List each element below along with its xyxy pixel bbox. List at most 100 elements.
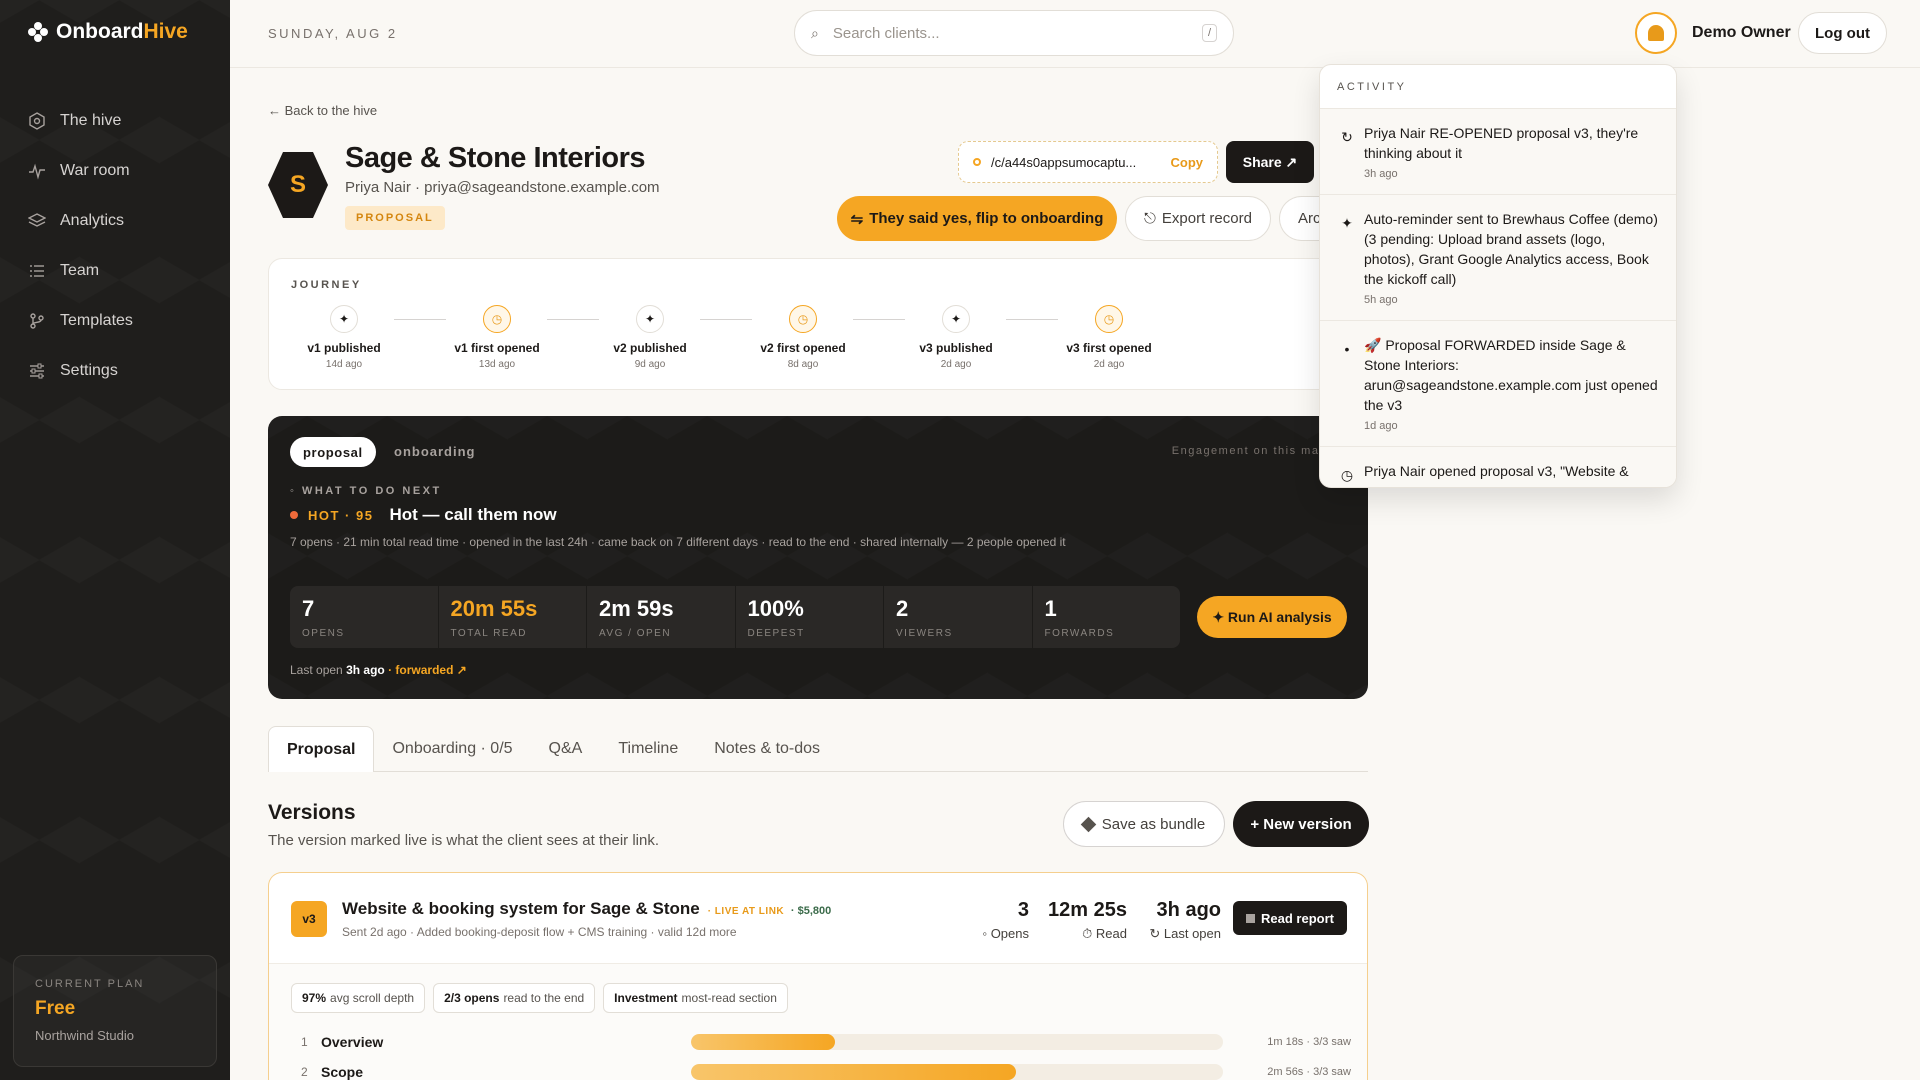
journey-step-time: 13d ago (478, 359, 516, 370)
client-link-url[interactable]: /c/a44s0appsumocaptu... (991, 155, 1161, 170)
insight-chips: 97% avg scroll depth 2/3 opens read to the… (291, 983, 788, 1013)
tab-proposal[interactable]: Proposal (268, 726, 375, 772)
dot-icon: • (1344, 341, 1350, 357)
live-indicator: · LIVE AT LINK (707, 906, 785, 917)
published-icon: ✦ (636, 305, 664, 333)
version-title-line: Website & booking system for Sage & Ston… (342, 899, 831, 919)
logout-button[interactable]: Log out (1798, 12, 1887, 54)
activity-popover: ACTIVITY ↻ Priya Nair RE-OPENED proposal… (1319, 64, 1677, 488)
tab-timeline[interactable]: Timeline (600, 726, 696, 772)
stat-label: AVG / OPEN (599, 628, 672, 639)
version-meta: Sent 2d ago · Added booking-deposit flow… (342, 925, 737, 939)
tab-notes[interactable]: Notes & to-dos (696, 726, 838, 772)
copy-link-button[interactable]: Copy (1171, 155, 1204, 170)
version-opens: 3 ◦ Opens (982, 899, 1029, 941)
journey-step: ✦ v1 published 14d ago (284, 305, 404, 370)
toggle-proposal[interactable]: proposal (290, 437, 376, 467)
heat-tag: HOT · 95 (308, 507, 374, 523)
back-link[interactable]: ← Back to the hive (268, 103, 377, 118)
sidebar-item-label: Team (60, 262, 100, 279)
topbar: SUNDAY, AUG 2 ⌕ / Demo Owner Log out (230, 0, 1920, 68)
sidebar-item-team[interactable]: Team (28, 246, 218, 296)
heat-message: Hot — call them now (389, 505, 557, 524)
opened-icon: ◷ (483, 305, 511, 333)
new-version-button[interactable]: + New version (1233, 801, 1369, 847)
sidebar-item-analytics[interactable]: Analytics (28, 196, 218, 246)
last-open-label: ↻ Last open (1149, 926, 1221, 941)
section-row: 1 Overview 1m 18s · 3/3 saw (291, 1031, 1351, 1053)
chip-value: 2/3 opens (444, 991, 500, 1005)
toggle-onboarding[interactable]: onboarding (394, 444, 476, 459)
search-box[interactable]: ⌕ / (794, 10, 1234, 56)
stat-label: FORWARDS (1044, 628, 1115, 639)
last-open-value: 3h ago (1156, 899, 1221, 921)
activity-item[interactable]: ↻ Priya Nair RE-OPENED proposal v3, they… (1320, 109, 1676, 195)
read-report-button[interactable]: Read report (1233, 901, 1347, 935)
stat-value: 20m 55s (450, 596, 538, 621)
plan-value: Free (35, 998, 76, 1019)
export-icon: ⎋ (1144, 210, 1156, 227)
activity-item[interactable]: ◷ Priya Nair opened proposal v3, "Websit… (1320, 447, 1676, 487)
tab-onboarding[interactable]: Onboarding · 0/5 (374, 726, 530, 772)
notifications-button[interactable] (1635, 12, 1677, 54)
section-meta: 2m 56s · 3/3 saw (1267, 1066, 1351, 1078)
brand-logo[interactable]: OnboardHive (28, 20, 188, 44)
current-plan-card[interactable]: CURRENT PLAN Free Northwind Studio (13, 955, 217, 1067)
swap-icon: ⇋ (850, 210, 864, 228)
current-date: SUNDAY, AUG 2 (268, 26, 398, 41)
activity-time: 1d ago (1364, 420, 1398, 432)
pulse-icon (28, 162, 46, 180)
journey-step-label: v3 first opened (1066, 341, 1152, 355)
search-input[interactable] (832, 24, 1188, 42)
run-ai-analysis-button[interactable]: ✦ Run AI analysis (1197, 596, 1347, 638)
stat-label: OPENS (302, 628, 345, 639)
tab-qa[interactable]: Q&A (531, 726, 601, 772)
reopen-icon: ↻ (1341, 129, 1353, 145)
stat-label: TOTAL READ (450, 628, 527, 639)
hot-indicator-icon (290, 511, 298, 519)
activity-time: 3h ago (1364, 168, 1398, 180)
journey-step-time: 2d ago (1093, 359, 1125, 370)
sidebar-item-label: Templates (60, 312, 133, 329)
version-price: · $5,800 (790, 905, 832, 917)
journey-step: ✦ v2 published 9d ago (590, 305, 710, 370)
sidebar-item-templates[interactable]: Templates (28, 296, 218, 346)
journey-step-time: 2d ago (940, 359, 972, 370)
journey-step-time: 8d ago (787, 359, 819, 370)
insight-chip: 97% avg scroll depth (291, 983, 426, 1013)
sidebar: OnboardHive The hive War room Analytics … (0, 0, 230, 1080)
client-name: Sage & Stone Interiors (345, 142, 646, 174)
search-icon: ⌕ (811, 24, 819, 41)
share-button[interactable]: Share ↗ (1226, 141, 1314, 183)
sidebar-item-the-hive[interactable]: The hive (28, 96, 218, 146)
diamond-icon (1080, 816, 1097, 832)
flip-to-onboarding-button[interactable]: ⇋ They said yes, flip to onboarding (837, 196, 1117, 241)
next-step-label: ◦ WHAT TO DO NEXT (290, 485, 442, 497)
activity-item[interactable]: • 🚀 Proposal FORWARDED inside Sage & Sto… (1320, 321, 1676, 447)
sidebar-item-war-room[interactable]: War room (28, 146, 218, 196)
activity-item[interactable]: ✦ Auto-reminder sent to Brewhaus Coffee … (1320, 195, 1676, 321)
sidebar-item-label: The hive (60, 112, 122, 129)
stat-label: VIEWERS (896, 628, 953, 639)
published-icon: ✦ (942, 305, 970, 333)
journey-step-label: v2 first opened (760, 341, 846, 355)
version-last-open: 3h ago ↻ Last open (1149, 899, 1221, 942)
export-button-label: Export record (1161, 210, 1252, 227)
export-record-button[interactable]: ⎋ Export record (1125, 196, 1271, 241)
sliders-icon (28, 362, 46, 380)
stat-viewers: 2 VIEWERS (884, 586, 1033, 648)
report-icon (1246, 913, 1256, 923)
stat-value: 2m 59s (599, 596, 674, 621)
plan-org: Northwind Studio (35, 1028, 134, 1043)
heat-score: HOT · 95 Hot — call them now (290, 505, 557, 525)
section-read-fill (691, 1034, 835, 1050)
published-icon: ✦ (330, 305, 358, 333)
plan-label: CURRENT PLAN (35, 978, 145, 990)
forwarded-link[interactable]: · forwarded ↗ (388, 663, 467, 677)
flip-button-label: They said yes, flip to onboarding (869, 210, 1104, 227)
sidebar-item-settings[interactable]: Settings (28, 346, 218, 396)
section-name: Scope (321, 1064, 364, 1080)
save-as-bundle-button[interactable]: Save as bundle (1063, 801, 1225, 847)
version-card: v3 Website & booking system for Sage & S… (268, 872, 1368, 1080)
user-name[interactable]: Demo Owner (1692, 24, 1791, 42)
